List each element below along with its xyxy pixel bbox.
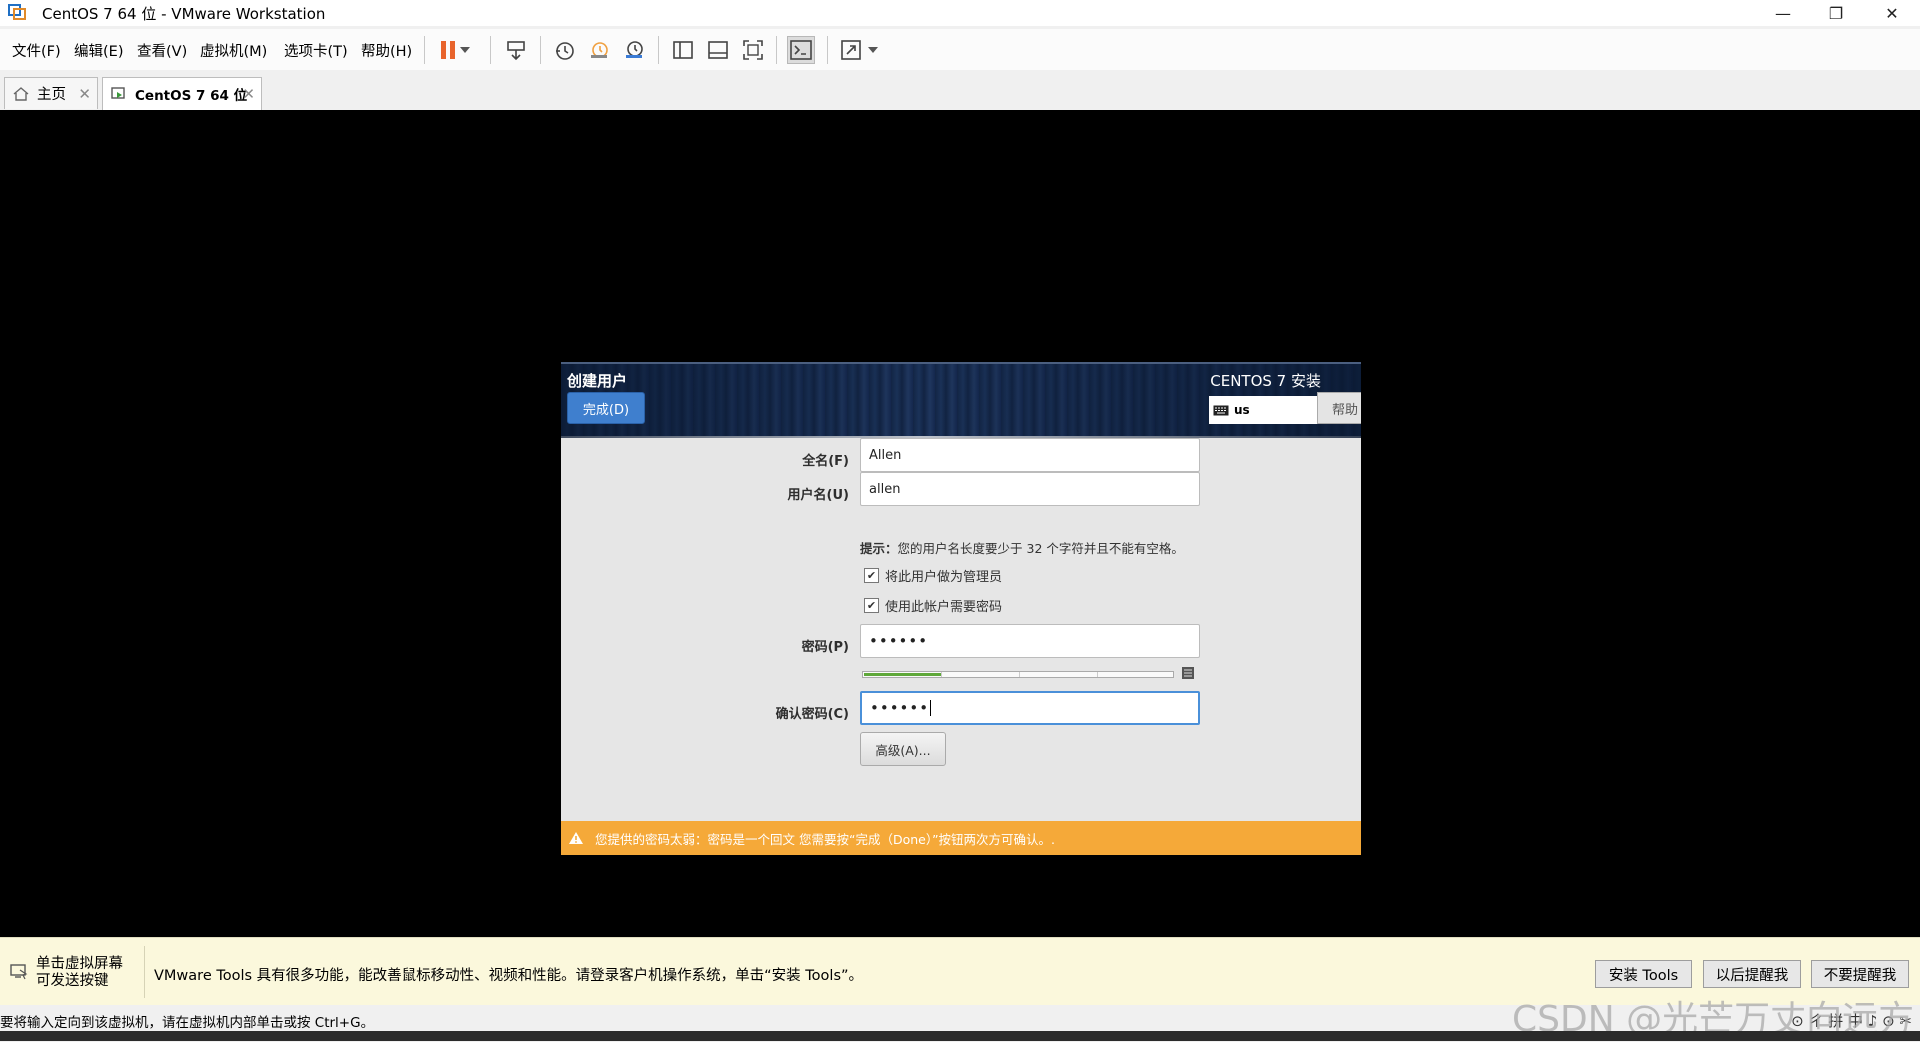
keyboard-icon <box>1213 405 1229 415</box>
vm-screen[interactable]: 创建用户 完成(D) CENTOS 7 安装 us 帮助 全名(F) Allen… <box>0 110 1920 937</box>
hint-prefix: 提示： <box>860 541 898 556</box>
menu-vm[interactable]: 虚拟机(M) <box>200 40 267 61</box>
done-button[interactable]: 完成(D) <box>567 392 645 424</box>
username-label: 用户名(U) <box>787 488 849 503</box>
close-tab-icon[interactable]: ✕ <box>242 85 255 103</box>
fullname-input[interactable]: Allen <box>860 438 1200 472</box>
status-text: 要将输入定向到该虚拟机，请在虚拟机内部单击或按 Ctrl+G。 <box>0 1015 375 1031</box>
username-input[interactable]: allen <box>860 472 1200 506</box>
toolbar-separator <box>827 36 828 64</box>
tab-bar: 主页 ✕ CentOS 7 64 位 ✕ <box>0 72 1920 111</box>
taskbar-strip <box>0 1031 1920 1041</box>
thumbnail-bar-icon[interactable] <box>704 36 732 64</box>
installer-window: 创建用户 完成(D) CENTOS 7 安装 us 帮助 全名(F) Allen… <box>561 362 1361 855</box>
password-strength-bar <box>862 671 1174 678</box>
close-tab-icon[interactable]: ✕ <box>78 85 91 103</box>
pause-dropdown-icon[interactable] <box>458 36 472 64</box>
fullname-label: 全名(F) <box>802 454 849 469</box>
toolbar-separator <box>424 36 425 64</box>
stretch-guest-icon[interactable] <box>837 36 865 64</box>
page-title: 创建用户 <box>567 372 628 390</box>
tab-centos[interactable]: CentOS 7 64 位 ✕ <box>102 77 262 110</box>
menu-help[interactable]: 帮助(H) <box>361 40 412 61</box>
console-view-icon[interactable] <box>787 36 815 64</box>
menu-tabs[interactable]: 选项卡(T) <box>284 40 348 61</box>
password-label: 密码(P) <box>801 640 849 655</box>
revert-snapshot-icon[interactable] <box>585 36 613 64</box>
text-cursor <box>930 700 932 716</box>
minimize-button[interactable]: — <box>1755 0 1811 26</box>
snapshot-manager-icon[interactable] <box>620 36 648 64</box>
home-icon <box>13 86 29 101</box>
warning-text: 您提供的密码太弱：密码是一个回文 您需要按“完成（Done）”按钮两次方可确认。… <box>595 831 1056 847</box>
toolbar-separator <box>658 36 659 64</box>
remind-later-button[interactable]: 以后提醒我 <box>1703 960 1801 988</box>
confirm-password-label: 确认密码(C) <box>775 707 849 722</box>
toolbar-separator <box>490 36 491 64</box>
keyboard-layout-indicator[interactable]: us <box>1209 396 1317 424</box>
restore-button[interactable]: ❐ <box>1808 0 1864 26</box>
tab-home[interactable]: 主页 ✕ <box>4 77 98 109</box>
hint-text: 您的用户名长度要少于 32 个字符并且不能有空格。 <box>897 541 1184 556</box>
close-button[interactable]: ✕ <box>1864 0 1920 26</box>
window-title: CentOS 7 64 位 - VMware Workstation <box>42 5 326 23</box>
show-library-icon[interactable] <box>669 36 697 64</box>
installer-header: 创建用户 完成(D) CENTOS 7 安装 us 帮助 <box>561 362 1361 438</box>
admin-checkbox[interactable]: ✔ 将此用户做为管理员 <box>864 566 1002 585</box>
checkbox-checked-icon: ✔ <box>864 568 879 583</box>
title-bar: CentOS 7 64 位 - VMware Workstation — ❐ ✕ <box>0 0 1920 26</box>
username-hint: 提示：您的用户名长度要少于 32 个字符并且不能有空格。 <box>860 538 1184 557</box>
never-remind-button[interactable]: 不要提醒我 <box>1811 960 1909 988</box>
toolbar-separator <box>540 36 541 64</box>
vmware-logo-icon <box>8 4 26 20</box>
tab-centos-label: CentOS 7 64 位 <box>135 88 248 104</box>
warning-icon <box>569 832 583 844</box>
require-password-checkbox-label: 使用此帐户需要密码 <box>885 600 1003 615</box>
password-strength-fill <box>864 673 941 676</box>
menu-bar: 文件(F) 编辑(E) 查看(V) 虚拟机(M) 选项卡(T) 帮助(H) <box>0 29 1920 70</box>
menu-view[interactable]: 查看(V) <box>137 40 187 61</box>
click-hint-line1: 单击虚拟屏幕 <box>36 956 123 972</box>
confirm-password-value: •••••• <box>870 699 930 717</box>
click-to-focus-icon <box>10 964 28 980</box>
weak-password-icon <box>1182 667 1194 679</box>
stretch-dropdown-icon[interactable] <box>866 36 880 64</box>
warning-bar[interactable]: 您提供的密码太弱：密码是一个回文 您需要按“完成（Done）”按钮两次方可确认。… <box>561 821 1361 855</box>
checkbox-checked-icon: ✔ <box>864 598 879 613</box>
tools-message: VMware Tools 具有很多功能，能改善鼠标移动性、视频和性能。请登录客户… <box>154 968 864 984</box>
product-title: CENTOS 7 安装 <box>1210 372 1321 390</box>
vm-icon <box>111 87 125 99</box>
help-button[interactable]: 帮助 <box>1317 392 1361 424</box>
password-input[interactable]: •••••• <box>860 624 1200 658</box>
click-hint: 单击虚拟屏幕 可发送按键 <box>36 956 123 990</box>
confirm-password-input[interactable]: •••••• <box>860 691 1200 725</box>
click-hint-line2: 可发送按键 <box>36 973 109 989</box>
send-ctrl-alt-del-icon[interactable] <box>502 36 530 64</box>
snapshot-icon[interactable] <box>550 36 578 64</box>
keyboard-layout-label: us <box>1234 403 1250 417</box>
menu-edit[interactable]: 编辑(E) <box>74 40 123 61</box>
install-tools-button[interactable]: 安装 Tools <box>1595 960 1692 988</box>
advanced-button[interactable]: 高级(A)... <box>860 732 946 766</box>
toolbar-separator <box>776 36 777 64</box>
full-screen-icon[interactable] <box>739 36 767 64</box>
divider <box>144 946 145 998</box>
require-password-checkbox[interactable]: ✔ 使用此帐户需要密码 <box>864 596 1002 615</box>
tab-home-label: 主页 <box>37 87 66 103</box>
admin-checkbox-label: 将此用户做为管理员 <box>885 570 1003 585</box>
menu-file[interactable]: 文件(F) <box>12 40 61 61</box>
